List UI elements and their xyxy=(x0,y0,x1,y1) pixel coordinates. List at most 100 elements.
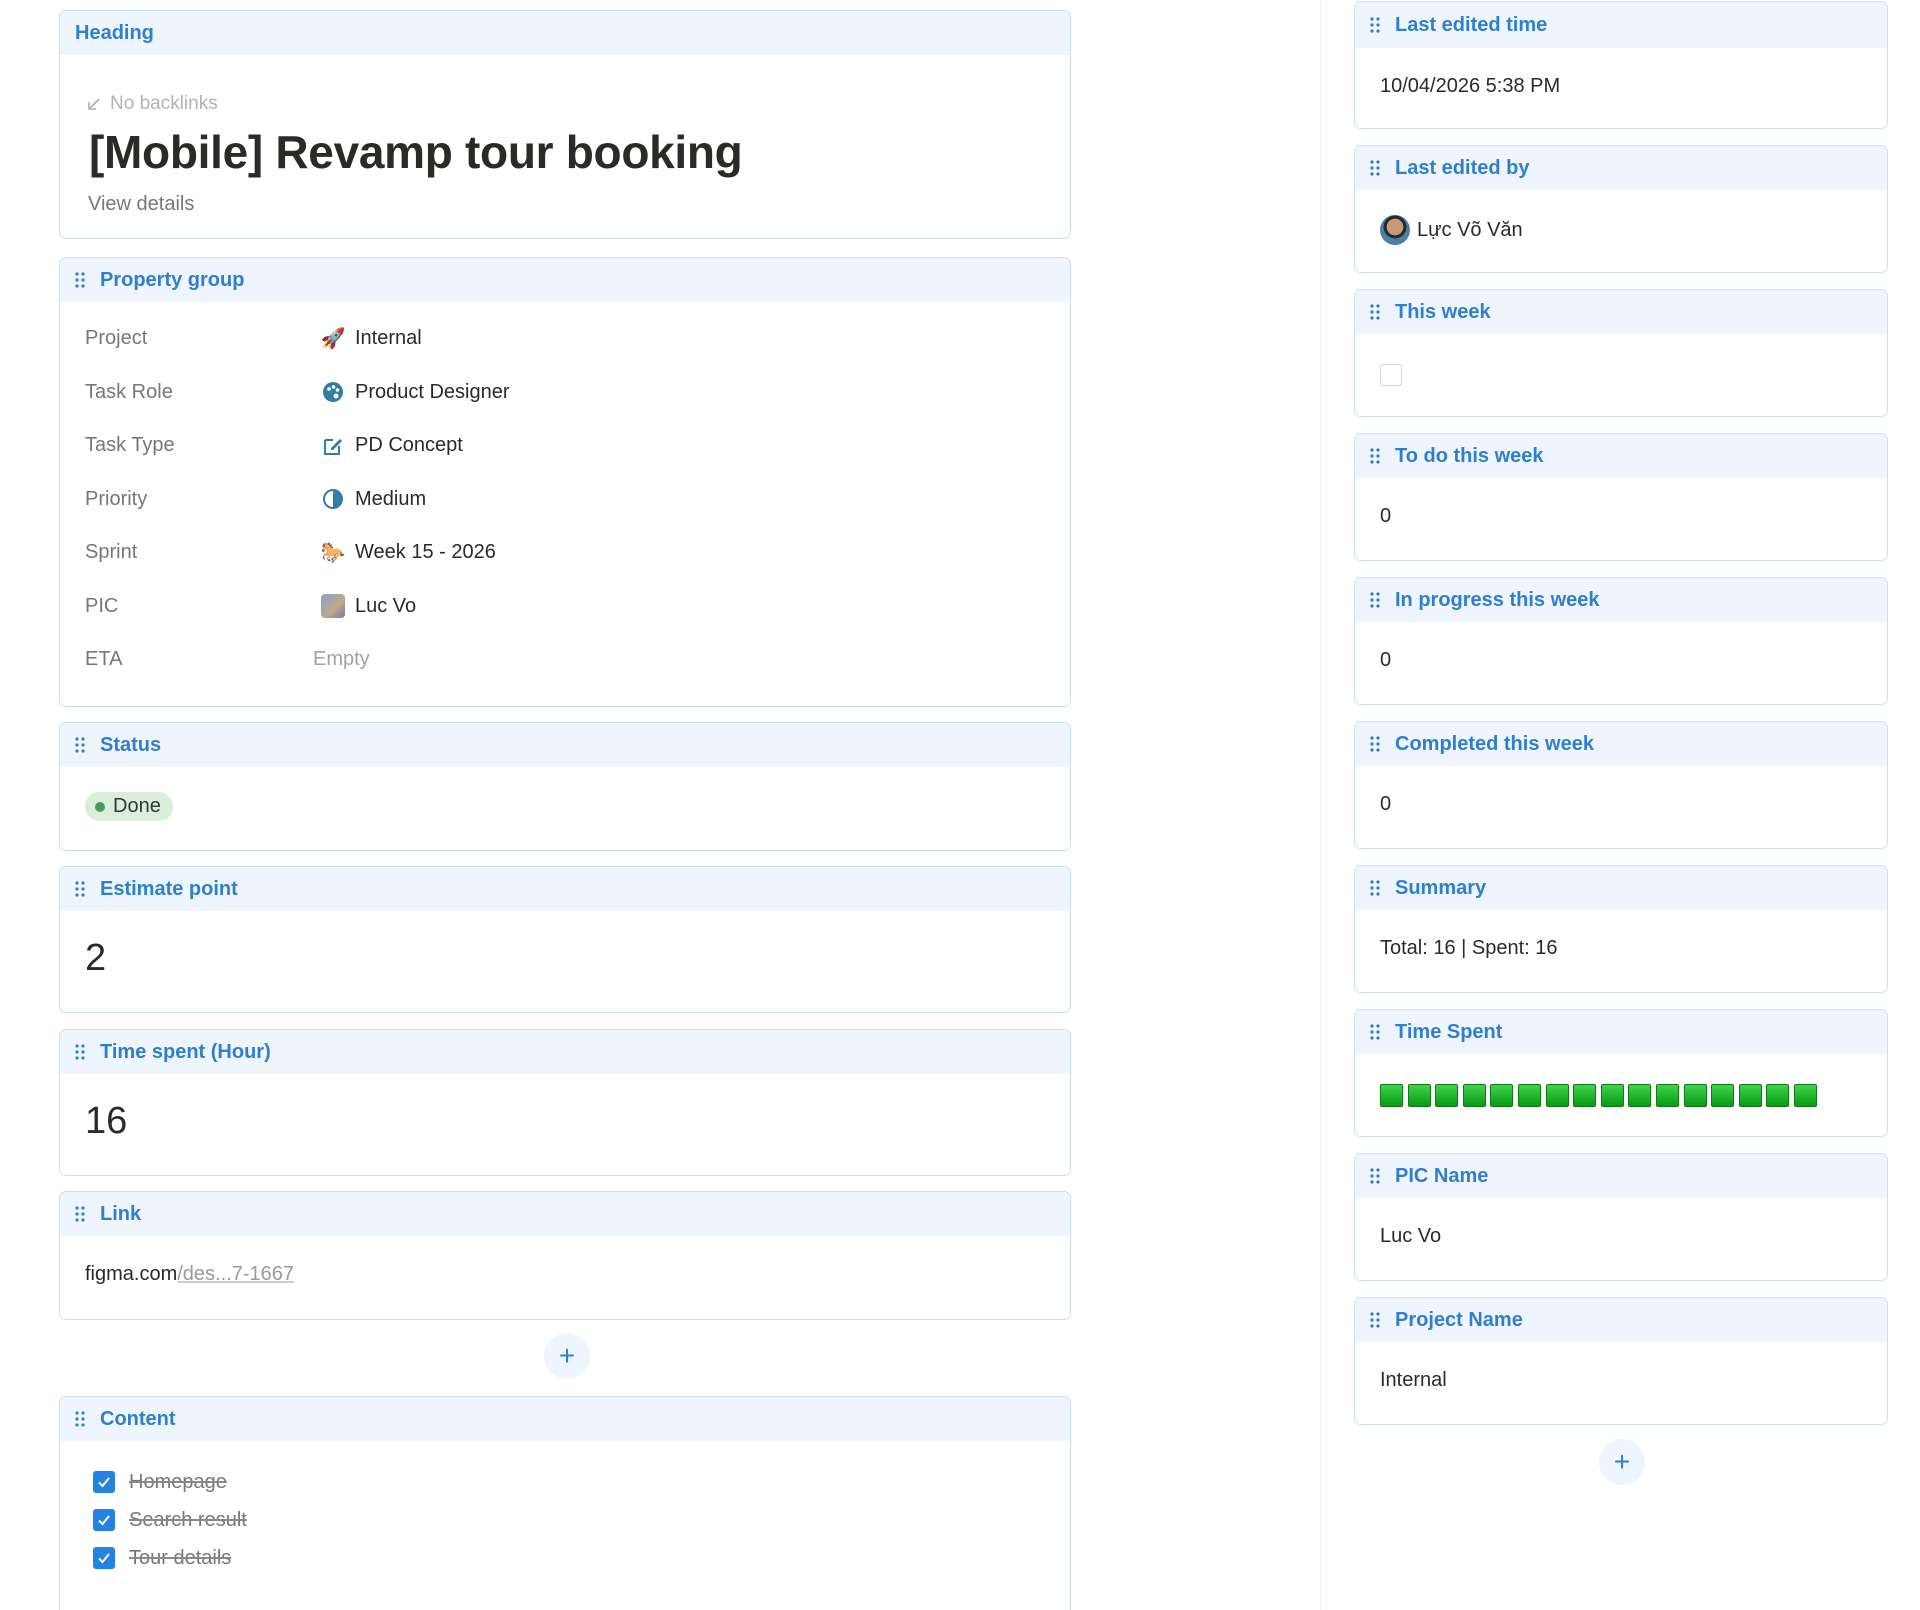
drag-handle-icon[interactable] xyxy=(74,271,86,289)
this-week-checkbox[interactable] xyxy=(1380,364,1402,386)
green-square xyxy=(1655,1084,1679,1107)
drag-handle-icon[interactable] xyxy=(74,736,86,754)
page-title[interactable]: [Mobile] Revamp tour booking xyxy=(89,125,1070,179)
card-header[interactable]: Link xyxy=(60,1192,1070,1236)
todo-text[interactable]: Search result xyxy=(129,1509,247,1532)
last-edited-by-value[interactable]: Lực Võ Văn xyxy=(1417,219,1523,242)
card-label: To do this week xyxy=(1395,444,1544,467)
property-group-card: Property group Project 🚀 Internal Task Ro… xyxy=(59,257,1071,707)
property-value: Internal xyxy=(355,327,422,350)
card-header[interactable]: Property group xyxy=(60,258,1070,302)
card-header[interactable]: Last edited time xyxy=(1355,2,1887,48)
arrow-down-left-icon xyxy=(88,98,100,110)
card-header[interactable]: Last edited by xyxy=(1355,146,1887,190)
green-square xyxy=(1600,1084,1624,1107)
card-label: Summary xyxy=(1395,876,1487,899)
green-square xyxy=(1711,1084,1735,1107)
project-name-value: Internal xyxy=(1380,1369,1447,1391)
palette-icon xyxy=(321,380,345,404)
property-value: Luc Vo xyxy=(355,594,417,617)
todo-text[interactable]: Tour details xyxy=(129,1547,231,1570)
time-spent-bar-card: Time Spent xyxy=(1354,1009,1888,1137)
drag-handle-icon[interactable] xyxy=(1369,16,1381,34)
property-label: Task Type xyxy=(85,434,175,457)
add-property-button[interactable]: + xyxy=(544,1333,590,1379)
card-header[interactable]: Status xyxy=(60,723,1070,767)
checkbox[interactable] xyxy=(93,1509,115,1531)
property-row-eta[interactable]: ETA Empty xyxy=(85,633,1045,687)
drag-handle-icon[interactable] xyxy=(1369,447,1381,465)
card-label: Project Name xyxy=(1395,1308,1523,1331)
in-progress-this-week-card: In progress this week 0 xyxy=(1354,577,1888,705)
card-header[interactable]: In progress this week xyxy=(1355,578,1887,622)
edit-icon xyxy=(321,434,345,458)
checkbox[interactable] xyxy=(93,1471,115,1493)
card-label: Heading xyxy=(75,21,154,44)
card-header[interactable]: Project Name xyxy=(1355,1298,1887,1342)
estimate-value[interactable]: 2 xyxy=(85,937,106,979)
card-label: Status xyxy=(100,733,162,756)
card-header[interactable]: Completed this week xyxy=(1355,722,1887,766)
avatar xyxy=(321,594,345,619)
property-label: PIC xyxy=(85,594,119,617)
todo-text[interactable]: Homepage xyxy=(129,1471,227,1494)
card-header[interactable]: Time Spent xyxy=(1355,1010,1887,1054)
card-header[interactable]: Heading xyxy=(60,11,1070,55)
drag-handle-icon[interactable] xyxy=(1369,735,1381,753)
drag-handle-icon[interactable] xyxy=(1369,591,1381,609)
property-row-task-role[interactable]: Task Role Product Designer xyxy=(85,366,1045,420)
property-row-sprint[interactable]: Sprint 🐎 Week 15 - 2026 xyxy=(85,526,1045,580)
view-details-link[interactable]: View details xyxy=(88,193,1070,216)
time-spent-card: Time spent (Hour) 16 xyxy=(59,1029,1071,1176)
link-url[interactable]: figma.com/des...7-1667 xyxy=(60,1236,1070,1286)
add-property-button[interactable]: + xyxy=(1599,1439,1645,1485)
property-row-task-type[interactable]: Task Type PD Concept xyxy=(85,419,1045,473)
card-label: Content xyxy=(100,1407,176,1430)
drag-handle-icon[interactable] xyxy=(1369,1167,1381,1185)
avatar xyxy=(1380,215,1410,245)
status-card: Status Done xyxy=(59,722,1071,851)
card-label: Property group xyxy=(100,268,245,291)
rocket-icon: 🚀 xyxy=(320,328,346,351)
card-header[interactable]: To do this week xyxy=(1355,434,1887,478)
green-square xyxy=(1435,1084,1459,1107)
property-row-project[interactable]: Project 🚀 Internal xyxy=(85,312,1045,366)
last-edited-time-value: 10/04/2026 5:38 PM xyxy=(1380,75,1561,97)
card-header[interactable]: Time spent (Hour) xyxy=(60,1030,1070,1074)
drag-handle-icon[interactable] xyxy=(74,1205,86,1223)
card-header[interactable]: Summary xyxy=(1355,866,1887,910)
content-card: Content Homepage Search result Tour deta… xyxy=(59,1396,1071,1610)
drag-handle-icon[interactable] xyxy=(74,1410,86,1428)
time-spent-value[interactable]: 16 xyxy=(85,1100,127,1142)
green-square xyxy=(1738,1084,1762,1107)
this-week-card: This week xyxy=(1354,289,1888,417)
heading-card: Heading No backlinks [Mobile] Revamp tou… xyxy=(59,10,1071,239)
drag-handle-icon[interactable] xyxy=(74,1043,86,1061)
card-header[interactable]: PIC Name xyxy=(1355,1154,1887,1198)
card-header[interactable]: Content xyxy=(60,1397,1070,1441)
property-label: Project xyxy=(85,327,148,350)
backlinks[interactable]: No backlinks xyxy=(86,93,1070,115)
status-badge[interactable]: Done xyxy=(85,792,173,821)
checkbox[interactable] xyxy=(93,1547,115,1569)
drag-handle-icon[interactable] xyxy=(1369,879,1381,897)
card-label: Time Spent xyxy=(1395,1020,1503,1043)
card-label: Link xyxy=(100,1202,142,1225)
drag-handle-icon[interactable] xyxy=(74,880,86,898)
green-square xyxy=(1517,1084,1541,1107)
property-row-priority[interactable]: Priority Medium xyxy=(85,473,1045,527)
card-label: This week xyxy=(1395,300,1491,323)
completed-this-week-card: Completed this week 0 xyxy=(1354,721,1888,849)
property-row-pic[interactable]: PIC Luc Vo xyxy=(85,580,1045,634)
card-label: Completed this week xyxy=(1395,732,1594,755)
todo-this-week-value: 0 xyxy=(1380,505,1392,527)
drag-handle-icon[interactable] xyxy=(1369,303,1381,321)
drag-handle-icon[interactable] xyxy=(1369,1023,1381,1041)
card-header[interactable]: Estimate point xyxy=(60,867,1070,911)
todo-this-week-card: To do this week 0 xyxy=(1354,433,1888,561)
drag-handle-icon[interactable] xyxy=(1369,159,1381,177)
plus-icon: + xyxy=(558,1340,576,1371)
card-header[interactable]: This week xyxy=(1355,290,1887,334)
drag-handle-icon[interactable] xyxy=(1369,1311,1381,1329)
status-dot xyxy=(95,801,105,812)
